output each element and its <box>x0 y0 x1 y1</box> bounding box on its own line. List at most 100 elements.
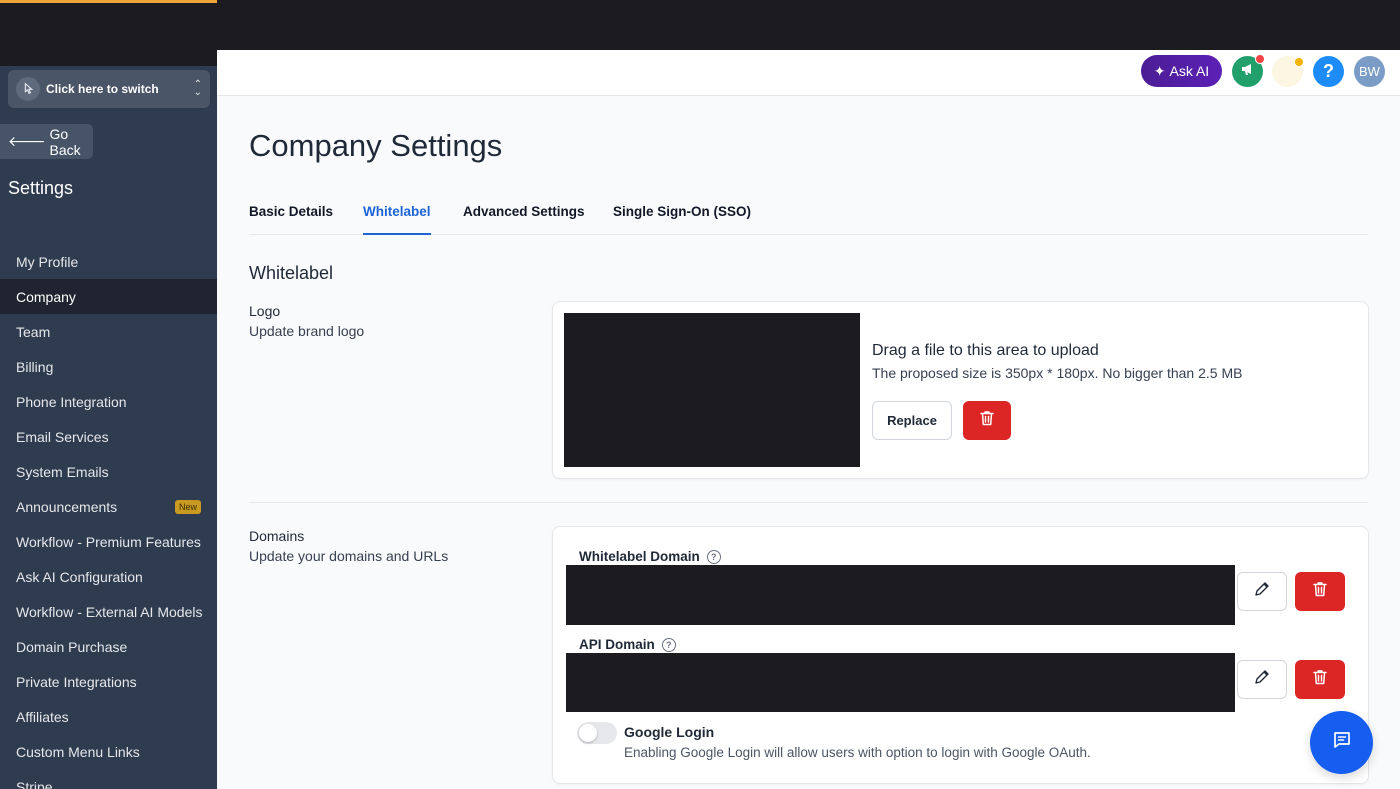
sidebar-item-label: Billing <box>16 358 54 375</box>
sparkle-icon: ✦ <box>1153 62 1166 79</box>
help-icon: ? <box>1323 61 1334 81</box>
sidebar-item-email-services[interactable]: Email Services <box>0 419 217 454</box>
sidebar-item-label: Workflow - External AI Models <box>16 603 203 620</box>
sidebar-item-label: Ask AI Configuration <box>16 568 143 585</box>
tab-sso[interactable]: Single Sign-On (SSO) <box>613 204 751 235</box>
trash-icon <box>978 409 996 432</box>
sidebar-item-stripe[interactable]: Stripe <box>0 769 217 789</box>
replace-button[interactable]: Replace <box>872 401 952 440</box>
sidebar-item-label: Email Services <box>16 428 109 445</box>
new-badge: New <box>174 499 201 514</box>
unread-dot <box>1255 54 1265 64</box>
domains-label: Domains <box>249 528 305 544</box>
sidebar-item-label: Workflow - Premium Features <box>16 533 201 550</box>
domains-sublabel: Update your domains and URLs <box>249 548 449 564</box>
announcements-button[interactable] <box>1232 54 1265 87</box>
google-login-description: Enabling Google Login will allow users w… <box>624 745 1091 760</box>
sidebar-item-workflow-external-ai[interactable]: Workflow - External AI Models <box>0 594 217 629</box>
accent-bar <box>0 0 217 3</box>
sidebar-item-phone-integration[interactable]: Phone Integration <box>0 384 217 419</box>
logo-preview <box>564 313 860 467</box>
account-switcher[interactable]: Click here to switch ⌃ ⌄ <box>8 70 210 108</box>
logo-sublabel: Update brand logo <box>249 323 365 339</box>
sidebar: Click here to switch ⌃ ⌄ 🡐 Go Back Settin… <box>0 0 217 789</box>
tab-whitelabel[interactable]: Whitelabel <box>363 204 431 235</box>
tab-advanced-settings[interactable]: Advanced Settings <box>463 204 585 235</box>
sidebar-item-label: Team <box>16 323 51 340</box>
sidebar-nav: My Profile Company Team Billing Phone In… <box>0 244 217 789</box>
pencil-icon <box>1253 668 1271 691</box>
go-back-button[interactable]: 🡐 Go Back <box>0 124 93 159</box>
delete-whitelabel-domain-button[interactable] <box>1295 572 1345 611</box>
avatar-initials: BW <box>1359 64 1380 79</box>
delete-api-domain-button[interactable] <box>1295 660 1345 699</box>
google-login-title: Google Login <box>624 724 715 740</box>
pencil-icon <box>1253 580 1271 603</box>
help-circle-icon[interactable]: ? <box>706 549 721 564</box>
upload-title: Drag a file to this area to upload <box>872 342 1099 359</box>
delete-logo-button[interactable] <box>963 401 1011 440</box>
arrow-left-icon: 🡐 <box>8 133 46 149</box>
sidebar-item-private-integrations[interactable]: Private Integrations <box>0 664 217 699</box>
tab-basic-details[interactable]: Basic Details <box>249 204 333 235</box>
sidebar-item-label: Custom Menu Links <box>16 743 140 760</box>
sidebar-item-label: Affiliates <box>16 708 69 725</box>
settings-tabs: Basic Details Whitelabel Advanced Settin… <box>249 204 1368 235</box>
sidebar-item-my-profile[interactable]: My Profile <box>0 244 217 279</box>
upload-hint: The proposed size is 350px * 180px. No b… <box>872 365 1243 381</box>
api-domain-field[interactable] <box>566 653 1235 712</box>
sidebar-title: Settings <box>8 178 74 198</box>
section-divider <box>249 502 1368 503</box>
page-title: Company Settings <box>249 128 503 163</box>
sidebar-item-label: Private Integrations <box>16 673 137 690</box>
toggle-knob <box>579 724 597 742</box>
api-domain-label: API Domain ? <box>579 637 676 652</box>
whitelabel-domain-label: Whitelabel Domain ? <box>579 549 721 564</box>
pointer-click-icon <box>16 77 40 101</box>
sidebar-item-label: My Profile <box>16 253 79 270</box>
ask-ai-button[interactable]: ✦ Ask AI <box>1141 55 1222 87</box>
sidebar-item-label: System Emails <box>16 463 109 480</box>
trash-icon <box>1311 580 1329 603</box>
notification-dot <box>1295 58 1303 66</box>
google-login-toggle[interactable] <box>577 722 617 744</box>
avatar[interactable]: BW <box>1354 56 1385 87</box>
sidebar-item-label: Company <box>16 288 76 305</box>
trash-icon <box>1311 668 1329 691</box>
sidebar-item-affiliates[interactable]: Affiliates <box>0 699 217 734</box>
help-circle-icon[interactable]: ? <box>661 637 676 652</box>
help-button[interactable]: ? <box>1313 56 1344 87</box>
sidebar-item-custom-menu-links[interactable]: Custom Menu Links <box>0 734 217 769</box>
logo-label: Logo <box>249 303 281 319</box>
sidebar-item-label: Domain Purchase <box>16 638 128 655</box>
sidebar-item-label: Phone Integration <box>16 393 127 410</box>
top-banner <box>217 0 1400 50</box>
ask-ai-label: Ask AI <box>1169 63 1210 79</box>
sidebar-item-announcements[interactable]: Announcements New <box>0 489 217 524</box>
logo-upload-card[interactable]: Drag a file to this area to upload The p… <box>552 301 1369 479</box>
section-title: Whitelabel <box>249 263 334 283</box>
domains-card: Whitelabel Domain ? API Domain ? Google … <box>552 526 1369 784</box>
sidebar-header <box>0 0 217 66</box>
sidebar-item-company[interactable]: Company <box>0 279 217 314</box>
notifications-button[interactable] <box>1272 56 1303 87</box>
whitelabel-domain-label-text: Whitelabel Domain <box>579 549 700 564</box>
sidebar-item-ask-ai-config[interactable]: Ask AI Configuration <box>0 559 217 594</box>
megaphone-icon <box>1240 61 1256 82</box>
switcher-label: Click here to switch <box>46 82 159 96</box>
edit-api-domain-button[interactable] <box>1237 660 1287 699</box>
header-toolbar: ✦ Ask AI ? BW <box>217 50 1400 96</box>
sidebar-item-label: Announcements <box>16 498 118 515</box>
sidebar-item-team[interactable]: Team <box>0 314 217 349</box>
whitelabel-domain-field[interactable] <box>566 565 1235 625</box>
go-back-label: Go Back <box>49 125 81 158</box>
sidebar-item-workflow-premium[interactable]: Workflow - Premium Features <box>0 524 217 559</box>
api-domain-label-text: API Domain <box>579 637 655 652</box>
chevron-updown-icon: ⌃ ⌄ <box>193 79 202 98</box>
sidebar-item-domain-purchase[interactable]: Domain Purchase <box>0 629 217 664</box>
sidebar-item-system-emails[interactable]: System Emails <box>0 454 217 489</box>
edit-whitelabel-domain-button[interactable] <box>1237 572 1287 611</box>
sidebar-item-label: Stripe <box>16 778 53 789</box>
chat-widget-button[interactable] <box>1310 711 1373 774</box>
sidebar-item-billing[interactable]: Billing <box>0 349 217 384</box>
